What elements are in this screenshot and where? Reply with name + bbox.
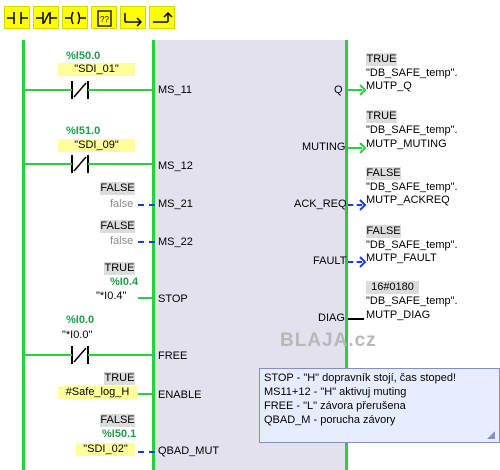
comment-line: STOP - "H" dopravník stojí, čas stoped! [264,372,457,384]
ms11-symbol[interactable]: "SDI_01" [58,63,135,76]
network-comment[interactable]: STOP - "H" dopravník stojí, čas stoped! … [259,368,500,443]
q-db[interactable]: "DB_SAFE_temp". [366,67,458,80]
ms21-value[interactable]: false [110,198,133,211]
open-branch-icon[interactable] [120,6,146,29]
ms12-address: %I51.0 [66,125,101,137]
ms12-wire-left [24,163,64,165]
qbad-status: FALSE [100,414,135,427]
stop-address: %I0.4 [110,276,139,288]
ackreq-status: FALSE [366,167,401,180]
comment-resize-icon[interactable] [486,430,496,440]
comment-line: QBAD_M - porucha závory [264,414,396,426]
pin-enable: ENABLE [158,389,202,401]
ms22-wire [138,241,155,243]
stop-wire [138,297,155,299]
free-wire-right [98,354,155,356]
comment-line: MS11+12 - "H" aktivuj muting [264,386,407,398]
qbad-wire [138,451,155,453]
stop-symbol[interactable]: "*I0.4" [96,290,126,303]
free-address: %I0.0 [66,314,95,326]
pin-muting: MUTING [302,141,346,153]
ladder-toolbar: ?? [0,0,500,36]
fault-db[interactable]: "DB_SAFE_temp". [366,239,458,252]
q-member[interactable]: MUTP_Q [366,80,412,93]
qbad-symbol[interactable]: "SDI_02" [76,443,135,456]
ms12-wire-right [98,163,155,165]
stop-status: TRUE [104,262,135,275]
fault-member[interactable]: MUTP_FAULT [366,252,437,265]
enable-wire [138,393,155,395]
pin-qbad-mut: QBAD_MUT [158,445,220,457]
diag-status: 16#0180 [366,281,419,294]
left-power-rail [22,40,25,470]
q-connector-icon [359,84,367,96]
enable-symbol[interactable]: #Safe_log_H [58,386,137,399]
ms22-value[interactable]: false [110,235,133,248]
empty-box-icon[interactable]: ?? [91,6,117,29]
coil-icon[interactable] [62,6,88,29]
pin-ms12: MS_12 [158,160,193,172]
ms11-wire-right [98,89,155,91]
enable-status: TRUE [104,372,135,385]
free-symbol[interactable]: "*I0.0" [62,329,92,342]
q-status: TRUE [366,53,397,66]
pin-free: FREE [158,350,188,362]
pin-stop: STOP [158,293,188,305]
empty-box-label: ?? [100,15,109,24]
pin-ms22: MS_22 [158,236,193,248]
diag-db[interactable]: "DB_SAFE_temp". [366,295,458,308]
pin-ms21: MS_21 [158,198,193,210]
block-left-edge [152,40,155,470]
watermark: BLAJA.cz [280,330,377,351]
pin-diag: DIAG [318,312,345,324]
ms12-nc-contact-icon[interactable] [62,154,98,174]
muting-status: TRUE [366,110,397,123]
close-branch-icon[interactable] [149,6,175,29]
free-wire-left [24,354,64,356]
diag-member[interactable]: MUTP_DIAG [366,309,430,322]
ackreq-connector-icon [359,199,367,211]
fault-connector-icon [359,256,367,268]
pin-ms11: MS_11 [158,84,193,96]
ms11-wire-left [24,89,64,91]
muting-connector-icon [359,142,367,154]
ms11-nc-contact-icon[interactable] [62,80,98,100]
pin-fault: FAULT [313,255,347,267]
pin-q: Q [334,84,343,96]
free-nc-contact-icon[interactable] [62,345,98,365]
ms12-symbol[interactable]: "SDI_09" [58,139,135,152]
comment-line: FREE - "L" závora přerušena [264,400,406,412]
fault-status: FALSE [366,225,401,238]
ackreq-db[interactable]: "DB_SAFE_temp". [366,181,458,194]
no-contact-icon[interactable] [4,6,30,29]
diag-wire [348,318,364,320]
ms21-status: FALSE [100,182,135,195]
muting-db[interactable]: "DB_SAFE_temp". [366,124,458,137]
nc-contact-icon[interactable] [33,6,59,29]
pin-ack-req: ACK_REQ [294,198,347,210]
ms11-address: %I50.0 [66,50,101,62]
ackreq-member[interactable]: MUTP_ACKREQ [366,194,450,207]
muting-member[interactable]: MUTP_MUTING [366,138,447,151]
ms21-wire [138,204,155,206]
ms22-status: FALSE [100,220,135,233]
qbad-address: %I50.1 [102,428,137,440]
